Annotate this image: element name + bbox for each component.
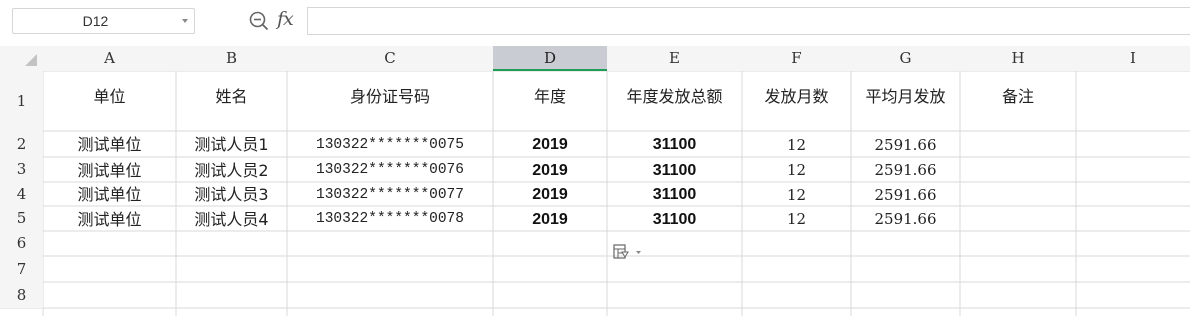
table-cell[interactable]: 2019 <box>493 158 607 183</box>
name-box[interactable]: D12 <box>12 8 195 34</box>
table-cell[interactable]: 2019 <box>493 207 607 232</box>
formula-input[interactable] <box>307 7 1190 35</box>
table-cell[interactable]: 测试人员2 <box>176 158 287 183</box>
header-cell-b[interactable]: 姓名 <box>176 71 287 131</box>
row-header-1[interactable]: 1 <box>0 71 43 131</box>
column-header-c[interactable]: C <box>287 46 493 71</box>
header-cell-f[interactable]: 发放月数 <box>742 71 851 131</box>
table-cell[interactable]: 130322*******0078 <box>287 207 493 232</box>
header-cell-d[interactable]: 年度 <box>493 71 607 131</box>
table-cell[interactable]: 测试单位 <box>43 158 176 183</box>
column-header-d[interactable]: D <box>493 46 607 71</box>
table-cell[interactable]: 31100 <box>607 183 742 207</box>
header-cell-i[interactable] <box>1076 71 1190 131</box>
table-cell[interactable]: 测试人员3 <box>176 183 287 207</box>
table-cell[interactable] <box>960 132 1076 158</box>
table-cell[interactable]: 测试单位 <box>43 132 176 158</box>
table-cell[interactable]: 2019 <box>493 183 607 207</box>
column-header-g[interactable]: G <box>851 46 960 71</box>
row-header-7[interactable]: 7 <box>0 256 43 282</box>
formula-bar: D12 fx <box>0 0 1190 45</box>
table-cell[interactable]: 12 <box>742 183 851 207</box>
table-cell[interactable] <box>1076 158 1190 183</box>
table-cell[interactable] <box>1076 207 1190 232</box>
column-header-i[interactable]: I <box>1076 46 1190 71</box>
row-header-6[interactable]: 6 <box>0 231 43 256</box>
table-cell[interactable]: 31100 <box>607 158 742 183</box>
header-cell-g[interactable]: 平均月发放 <box>851 71 960 131</box>
column-header-a[interactable]: A <box>43 46 176 71</box>
table-cell[interactable]: 12 <box>742 207 851 232</box>
table-cell[interactable] <box>1076 132 1190 158</box>
paste-options-icon[interactable] <box>612 242 642 262</box>
table-cell[interactable]: 130322*******0075 <box>287 132 493 158</box>
table-cell[interactable]: 测试人员4 <box>176 207 287 232</box>
table-cell[interactable] <box>960 207 1076 232</box>
table-cell[interactable]: 31100 <box>607 132 742 158</box>
row-header-4[interactable]: 4 <box>0 182 43 206</box>
row-header-2[interactable]: 2 <box>0 131 43 157</box>
table-cell[interactable] <box>960 158 1076 183</box>
row-header-8[interactable]: 8 <box>0 282 43 308</box>
name-box-value: D12 <box>82 13 109 29</box>
header-cell-e[interactable]: 年度发放总额 <box>607 71 742 131</box>
table-cell[interactable]: 12 <box>742 132 851 158</box>
table-cell[interactable]: 130322*******0076 <box>287 158 493 183</box>
column-header-h[interactable]: H <box>960 46 1076 71</box>
column-header-e[interactable]: E <box>607 46 742 71</box>
table-cell[interactable]: 2591.66 <box>851 183 960 207</box>
header-cell-c[interactable]: 身份证号码 <box>287 71 493 131</box>
table-cell[interactable]: 12 <box>742 158 851 183</box>
fx-icon[interactable]: fx <box>277 8 294 30</box>
header-cell-a[interactable]: 单位 <box>43 71 176 131</box>
zoom-formula-icon[interactable] <box>248 10 270 32</box>
row-header-3[interactable]: 3 <box>0 157 43 182</box>
table-cell[interactable]: 测试单位 <box>43 183 176 207</box>
table-cell[interactable]: 测试单位 <box>43 207 176 232</box>
column-header-b[interactable]: B <box>176 46 287 71</box>
select-all-corner[interactable] <box>0 46 43 71</box>
table-cell[interactable]: 测试人员1 <box>176 132 287 158</box>
row-header-5[interactable]: 5 <box>0 206 43 231</box>
header-cell-h[interactable]: 备注 <box>960 71 1076 131</box>
column-header-f[interactable]: F <box>742 46 851 71</box>
table-cell[interactable]: 31100 <box>607 207 742 232</box>
table-cell[interactable] <box>960 183 1076 207</box>
table-cell[interactable] <box>1076 183 1190 207</box>
chevron-down-icon[interactable] <box>182 19 188 23</box>
table-cell[interactable]: 2591.66 <box>851 158 960 183</box>
table-cell[interactable]: 2591.66 <box>851 132 960 158</box>
table-cell[interactable]: 2019 <box>493 132 607 158</box>
table-cell[interactable]: 130322*******0077 <box>287 183 493 207</box>
table-cell[interactable]: 2591.66 <box>851 207 960 232</box>
